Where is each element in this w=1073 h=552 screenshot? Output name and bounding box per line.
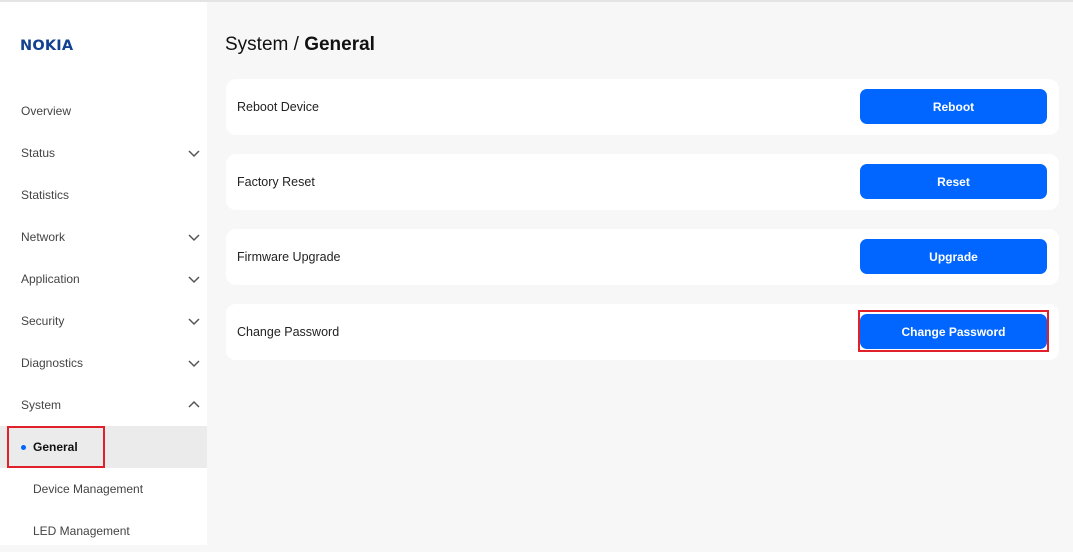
sidebar-item-label: Security bbox=[21, 314, 65, 328]
sidebar-item-label: System bbox=[21, 398, 62, 412]
sidebar-item-diagnostics[interactable]: Diagnostics bbox=[0, 342, 207, 384]
chevron-up-icon bbox=[188, 400, 200, 408]
chevron-down-icon bbox=[188, 150, 200, 158]
chevron-down-icon bbox=[188, 360, 200, 368]
highlight-box-change-password bbox=[858, 310, 1049, 352]
card-label: Factory Reset bbox=[237, 175, 315, 189]
reset-button[interactable]: Reset bbox=[860, 164, 1047, 199]
sidebar-item-overview[interactable]: Overview bbox=[0, 90, 207, 132]
sidebar-item-status[interactable]: Status bbox=[0, 132, 207, 174]
sidebar-item-label: Overview bbox=[21, 104, 72, 118]
sidebar-item-system[interactable]: System bbox=[0, 384, 207, 426]
reboot-button[interactable]: Reboot bbox=[860, 89, 1047, 124]
sidebar-item-security[interactable]: Security bbox=[0, 300, 207, 342]
sidebar-item-label: Network bbox=[21, 230, 66, 244]
breadcrumb-separator: / bbox=[293, 34, 299, 55]
sidebar-item-label: Application bbox=[21, 272, 80, 286]
firmware-upgrade-card: Firmware Upgrade Upgrade bbox=[226, 229, 1059, 285]
sidebar-subitem-device-management[interactable]: Device Management bbox=[0, 468, 207, 510]
chevron-down-icon bbox=[188, 234, 200, 242]
breadcrumb-parent: System bbox=[225, 34, 289, 55]
sidebar-subitem-led-management[interactable]: LED Management bbox=[0, 510, 207, 552]
sidebar-item-label: Diagnostics bbox=[21, 356, 84, 370]
chevron-down-icon bbox=[188, 318, 200, 326]
sidebar-item-label: Statistics bbox=[21, 188, 70, 202]
breadcrumb-current: General bbox=[304, 34, 375, 55]
sidebar-item-application[interactable]: Application bbox=[0, 258, 207, 300]
highlight-box-general bbox=[7, 426, 105, 468]
chevron-down-icon bbox=[188, 276, 200, 284]
sidebar-subitem-label: LED Management bbox=[33, 524, 130, 538]
sidebar-subitem-label: Device Management bbox=[33, 482, 144, 496]
nokia-logo[interactable]: NOKIA bbox=[20, 38, 73, 54]
upgrade-button[interactable]: Upgrade bbox=[860, 239, 1047, 274]
reboot-device-card: Reboot Device Reboot bbox=[226, 79, 1059, 135]
sidebar-item-statistics[interactable]: Statistics bbox=[0, 174, 207, 216]
sidebar-item-label: Status bbox=[21, 146, 56, 160]
card-label: Firmware Upgrade bbox=[237, 250, 341, 264]
card-label: Reboot Device bbox=[237, 100, 319, 114]
factory-reset-card: Factory Reset Reset bbox=[226, 154, 1059, 210]
sidebar-item-network[interactable]: Network bbox=[0, 216, 207, 258]
page-title: System / General bbox=[225, 34, 375, 56]
card-label: Change Password bbox=[237, 325, 340, 339]
